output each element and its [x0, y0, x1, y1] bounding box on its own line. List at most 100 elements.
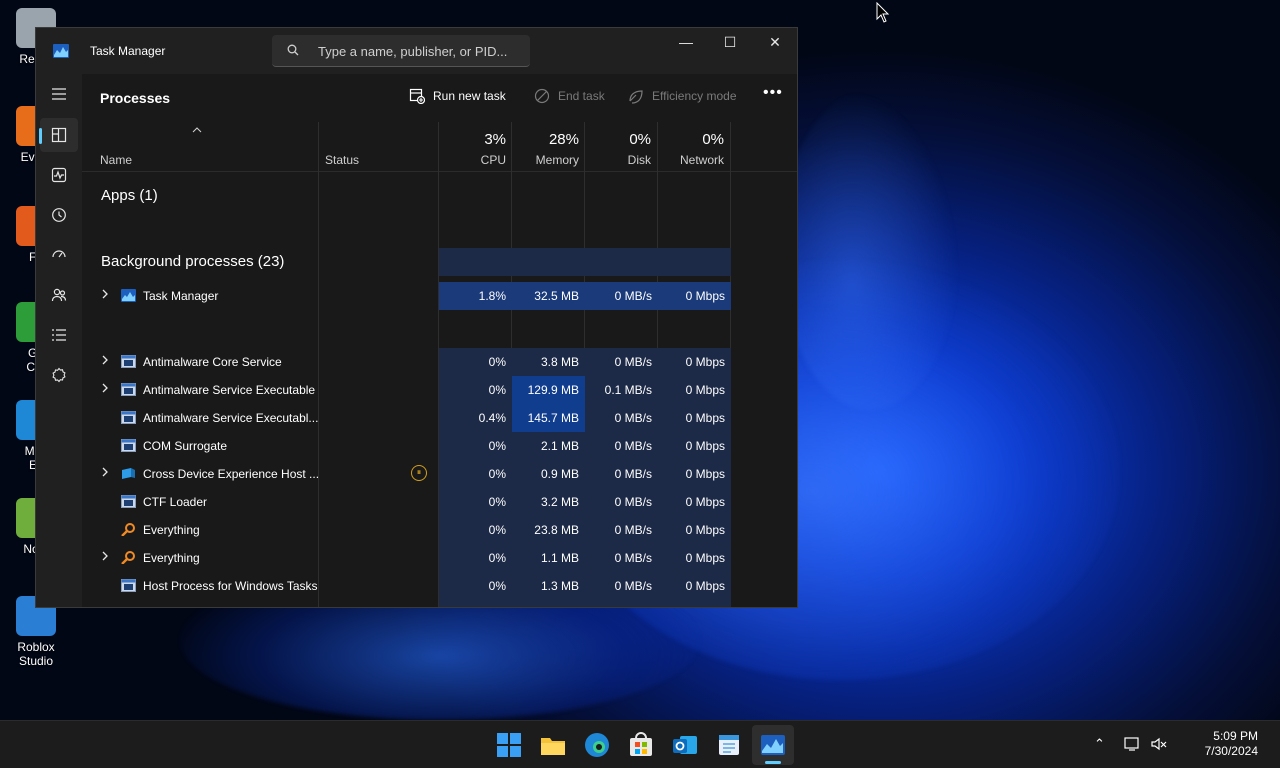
- memory-value: 1.0 MB: [512, 600, 585, 607]
- process-name: COM Surrogate: [143, 439, 228, 453]
- nav-performance[interactable]: [40, 158, 78, 192]
- column-header-disk[interactable]: Disk: [585, 153, 651, 167]
- disk-value: 0 MB/s: [585, 432, 658, 460]
- close-button[interactable]: ✕: [752, 28, 797, 58]
- process-row[interactable]: Task Manager 1.8% 32.5 MB 0 MB/s 0 Mbps: [82, 282, 777, 310]
- nav-details[interactable]: [40, 318, 78, 352]
- disk-value: 0 MB/s: [585, 404, 658, 432]
- nav-app-history[interactable]: [40, 198, 78, 232]
- run-new-task-icon: [409, 88, 425, 104]
- taskbar: ⌃ 5:09 PM 7/30/2024: [0, 720, 1280, 768]
- network-icon[interactable]: [1124, 736, 1142, 752]
- expand-chevron-icon[interactable]: [100, 467, 110, 477]
- nav-startup-apps[interactable]: [40, 238, 78, 272]
- cpu-value: 0%: [439, 348, 512, 376]
- memory-value: 145.7 MB: [512, 404, 585, 432]
- cpu-value: 0%: [439, 488, 512, 516]
- search-input[interactable]: [318, 41, 523, 61]
- column-header-row: Name Status 3% CPU 28% Memory 0% Disk 0%…: [82, 122, 797, 607]
- minimize-button[interactable]: —: [663, 28, 709, 58]
- network-value: 0 Mbps: [658, 376, 731, 404]
- task-manager-app-icon: [53, 44, 69, 58]
- process-row[interactable]: Antimalware Service Executabl... 0.4% 145.…: [82, 404, 777, 432]
- more-options-button[interactable]: •••: [763, 84, 783, 102]
- outlook-icon[interactable]: [672, 732, 698, 758]
- taskbar-task-manager[interactable]: [752, 725, 794, 765]
- everything-search-icon: [121, 523, 135, 536]
- network-value: 0 Mbps: [658, 348, 731, 376]
- notepad-icon[interactable]: [716, 732, 742, 758]
- process-row[interactable]: CTF Loader 0% 3.2 MB 0 MB/s 0 Mbps: [82, 488, 777, 516]
- app-window-icon: [121, 439, 136, 452]
- process-name: Antimalware Core Service: [143, 355, 282, 369]
- network-value: 0 Mbps: [658, 432, 731, 460]
- app-window-icon: [121, 495, 136, 508]
- nav-users[interactable]: [40, 278, 78, 312]
- cpu-value: 0%: [439, 432, 512, 460]
- efficiency-mode-button[interactable]: Efficiency mode: [628, 88, 737, 104]
- process-row[interactable]: Host Process for Windows Tasks 0% 1.3 MB 0 …: [82, 572, 777, 600]
- disk-value: 0 MB/s: [585, 348, 658, 376]
- process-name: Task Manager: [143, 289, 219, 303]
- disk-value: 0 MB/s: [585, 516, 658, 544]
- cpu-value: 0%: [439, 544, 512, 572]
- file-explorer-icon[interactable]: [540, 732, 566, 758]
- expand-chevron-icon[interactable]: [100, 383, 110, 393]
- process-row[interactable]: Antimalware Service Executable 0% 129.9 MB…: [82, 376, 777, 404]
- disk-value: 0 MB/s: [585, 460, 658, 488]
- maximize-button[interactable]: ☐: [707, 28, 753, 58]
- cpu-value: 0%: [439, 516, 512, 544]
- system-clock[interactable]: 5:09 PM 7/30/2024: [1180, 729, 1258, 759]
- store-icon[interactable]: [628, 732, 654, 758]
- edge-icon[interactable]: [584, 732, 610, 758]
- disk-value: 0 MB/s: [585, 488, 658, 516]
- startup-apps-icon: [52, 250, 66, 258]
- column-header-status[interactable]: Status: [325, 153, 359, 167]
- show-hidden-icons-chevron-icon[interactable]: ⌃: [1094, 736, 1105, 752]
- app-window-icon: [121, 383, 136, 396]
- volume-muted-icon[interactable]: [1150, 736, 1168, 752]
- process-row[interactable]: Cross Device Experience Host ... ⏸ 0% 0.9 M…: [82, 460, 777, 488]
- task-manager-window: Task Manager — ☐ ✕: [35, 27, 798, 608]
- start-icon[interactable]: [496, 732, 522, 758]
- column-header-network[interactable]: Network: [658, 153, 724, 167]
- disk-value: 0 MB/s: [585, 282, 658, 310]
- expand-chevron-icon[interactable]: [100, 355, 110, 365]
- cpu-value: 1.8%: [439, 282, 512, 310]
- suspended-status-icon: ⏸: [411, 465, 427, 481]
- title-bar[interactable]: Task Manager — ☐ ✕: [36, 28, 797, 74]
- maximize-icon: ☐: [723, 34, 737, 50]
- process-row[interactable]: COM Surrogate 0% 2.1 MB 0 MB/s 0 Mbps: [82, 432, 777, 460]
- expand-chevron-icon[interactable]: [100, 289, 110, 299]
- end-task-button[interactable]: End task: [534, 88, 605, 104]
- process-name: Everything: [143, 551, 200, 565]
- column-header-memory[interactable]: Memory: [512, 153, 579, 167]
- process-row[interactable]: Everything 0% 23.8 MB 0 MB/s 0 Mbps: [82, 516, 777, 544]
- network-value: 0 Mbps: [658, 282, 731, 310]
- processes-icon: [51, 127, 67, 143]
- process-row[interactable]: Host Process for Windows Tasks0%1.0 MB0 …: [82, 600, 777, 608]
- process-row[interactable]: Antimalware Core Service 0% 3.8 MB 0 MB/s 0 …: [82, 348, 777, 376]
- task-manager-icon: [761, 735, 785, 755]
- nav-processes[interactable]: [39, 118, 78, 152]
- search-box[interactable]: [272, 35, 530, 67]
- run-new-task-label: Run new task: [433, 89, 506, 103]
- expand-chevron-icon[interactable]: [100, 551, 110, 561]
- users-icon: [51, 288, 67, 302]
- process-name: CTF Loader: [143, 495, 208, 509]
- process-name: Host Process for Windows Tasks: [143, 607, 318, 608]
- column-header-name[interactable]: Name: [100, 153, 132, 167]
- network-value: 0 Mbps: [658, 404, 731, 432]
- cpu-total: 3%: [484, 131, 506, 148]
- cpu-value: 0%: [439, 376, 512, 404]
- memory-value: 0.9 MB: [512, 460, 585, 488]
- group-header-background: Background processes (23): [101, 253, 285, 270]
- network-total: 0%: [702, 131, 724, 148]
- nav-services[interactable]: [40, 358, 78, 392]
- clock-date: 7/30/2024: [1204, 744, 1258, 758]
- nav-menu-button[interactable]: [40, 78, 78, 112]
- performance-icon: [51, 167, 67, 183]
- column-header-cpu[interactable]: CPU: [439, 153, 506, 167]
- run-new-task-button[interactable]: Run new task: [409, 88, 506, 104]
- process-row[interactable]: Everything 0% 1.1 MB 0 MB/s 0 Mbps: [82, 544, 777, 572]
